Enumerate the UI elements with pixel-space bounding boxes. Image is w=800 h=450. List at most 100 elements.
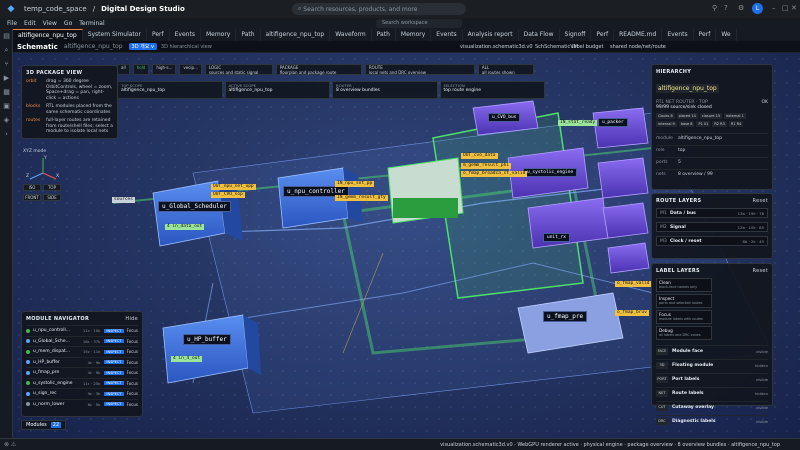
focus-button[interactable]: Focus	[127, 370, 138, 375]
tab-data-flow[interactable]: Data Flow	[519, 29, 560, 41]
tab-readme[interactable]: README.md	[614, 29, 663, 41]
notification-icon[interactable]: ⚲	[712, 4, 717, 12]
label-layer-face[interactable]: FACE Module face visible	[656, 345, 768, 356]
pin-in-4-out[interactable]: 4 in_4_out	[171, 356, 203, 362]
tab-waveform[interactable]: Waveform	[330, 29, 372, 41]
help-icon[interactable]: ?	[724, 4, 728, 12]
chip-logic[interactable]: LOGIC sources and static signal	[204, 64, 273, 75]
focus-button[interactable]: Focus	[127, 339, 138, 344]
pin-fmap-bruv[interactable]: o_fmap_bruv	[615, 310, 649, 316]
list-item[interactable]: u_mem_dispat... 15c · 11k INSPECT Focus	[26, 346, 138, 357]
tab-system-simulator[interactable]: System Simulator	[83, 29, 147, 41]
pin-in-stat-ready[interactable]: IN_stat_ready	[558, 120, 598, 126]
label-unit[interactable]: unit_rx	[543, 233, 570, 242]
pin-out-cvo-sop[interactable]: OUT_CVO_sop	[211, 192, 245, 198]
focus-button[interactable]: Focus	[127, 391, 138, 396]
list-item[interactable]: u_norm_lower 6c · 5k INSPECT Focus	[26, 398, 138, 410]
preset-debug[interactable]: Debug all labels and DRC zones	[656, 326, 712, 340]
tab-path[interactable]: Path	[236, 29, 261, 41]
project-name[interactable]: temp_code_space	[24, 5, 87, 13]
tab-memory[interactable]: Memory	[201, 29, 237, 41]
terminal-icon[interactable]: ›	[0, 127, 13, 141]
preset-inspect[interactable]: Inspect ports and selected routes	[656, 294, 712, 308]
block-hp-buffer[interactable]	[162, 314, 249, 384]
close-icon[interactable]: ✕	[791, 4, 797, 12]
focus-button[interactable]: Focus	[127, 381, 138, 386]
maximize-icon[interactable]: □	[782, 4, 789, 12]
inspect-button[interactable]: INSPECT	[104, 391, 124, 396]
label-layer-route[interactable]: NET Route labels hidden	[656, 387, 768, 398]
list-item[interactable]: u_Global_Sche... 18c · 37k INSPECT Focus	[26, 335, 138, 347]
side-view-button[interactable]: SIDE	[43, 194, 61, 201]
label-reset-button[interactable]: Reset	[753, 268, 768, 274]
route-layer-data[interactable]: M1 Data / bus 13b · 19k · 78	[656, 208, 768, 218]
axis-gizmo[interactable]: XYZ mode Y X Z ISO TOP FRONT SIDE	[23, 149, 63, 204]
block-unit-b[interactable]	[602, 202, 649, 239]
menu-file[interactable]: File	[7, 20, 17, 27]
tab-memory-2[interactable]: Memory	[396, 29, 432, 41]
focus-button[interactable]: Focus	[127, 402, 138, 407]
block-unit-c[interactable]	[607, 242, 650, 274]
tab-analysis-report[interactable]: Analysis report	[463, 29, 519, 41]
inspect-button[interactable]: INSPECT	[104, 370, 124, 375]
tab-signoff[interactable]: Signoff	[560, 29, 592, 41]
tab-altifigence-npu-top-2[interactable]: altifigence_npu_top	[261, 29, 331, 41]
iso-view-button[interactable]: ISO	[23, 184, 41, 191]
label-cvo-bus[interactable]: u_CVO_bus	[488, 113, 521, 122]
tab-path-2[interactable]: Path	[372, 29, 396, 41]
menu-terminal[interactable]: Terminal	[79, 20, 104, 27]
tab-perf-3[interactable]: Perf	[694, 29, 717, 41]
block-packer[interactable]	[592, 107, 649, 149]
minimize-icon[interactable]: –	[772, 4, 776, 12]
front-view-button[interactable]: FRONT	[23, 194, 41, 201]
list-item[interactable]: u_systolic_engine 11c · 25k INSPECT Focus	[26, 377, 138, 389]
pin-gemm-result-phi[interactable]: m_gemm_result_phi	[461, 163, 512, 169]
shared-route-button[interactable]: shared node/net/route	[610, 44, 666, 50]
breadcrumb[interactable]: altifigence_npu_top	[64, 43, 123, 50]
graph-icon[interactable]: ◈	[0, 113, 13, 127]
pin-in-npu-set[interactable]: IN_npu_set_pp	[335, 181, 375, 187]
tab-events[interactable]: Events	[170, 29, 201, 41]
chip-all[interactable]: all	[117, 64, 130, 75]
search-activity-icon[interactable]: ⌕	[0, 43, 13, 57]
tab-events-3[interactable]: Events	[662, 29, 694, 41]
top-view-button[interactable]: TOP	[43, 184, 61, 191]
tab-perf[interactable]: Perf	[147, 29, 170, 41]
route-layer-clock[interactable]: M3 Clock / reset 8b · 2k · 45	[656, 236, 768, 246]
label-global-scheduler[interactable]: u_Global_Scheduler	[158, 201, 232, 212]
pin-in-data-out[interactable]: 4 in_data_out	[165, 224, 205, 230]
inspect-button[interactable]: INSPECT	[104, 381, 124, 386]
inspect-button[interactable]: INSPECT	[104, 339, 124, 344]
chip-package[interactable]: PACKAGE floorplan and package route	[275, 64, 362, 75]
3d-viewport[interactable]: 3D PACKAGE VIEW orbit drag = 360 degree O…	[13, 53, 800, 438]
route-layer-signal[interactable]: M2 Signal 12b · 10k · 85	[656, 222, 768, 232]
list-item[interactable]: u_sign_rec 9c · 3k INSPECT Focus	[26, 388, 138, 399]
chip-high[interactable]: high-s...	[152, 64, 177, 75]
list-item[interactable]: u_npu_controll... 11c · 10k INSPECT Focus	[26, 325, 138, 336]
chip-icon[interactable]: ▣	[0, 99, 13, 113]
chip-route[interactable]: ROUTE local nets and DRC overview	[364, 64, 475, 75]
app-name[interactable]: Digital Design Studio	[101, 5, 185, 13]
tab-we[interactable]: We	[716, 29, 737, 41]
chip-vecip[interactable]: vecip...	[179, 64, 202, 75]
inspect-button[interactable]: INSPECT	[104, 402, 124, 407]
menu-view[interactable]: View	[43, 20, 57, 27]
preset-clean[interactable]: Clean block-face names only	[656, 278, 712, 292]
focus-button[interactable]: Focus	[127, 360, 138, 365]
label-packer[interactable]: u_packer	[598, 118, 628, 127]
chip-hold[interactable]: hold	[132, 64, 150, 75]
focus-button[interactable]: Focus	[127, 328, 138, 333]
source-control-icon[interactable]: ⑂	[0, 57, 13, 71]
inspect-button[interactable]: INSPECT	[104, 349, 124, 354]
pin-out-cvo-data[interactable]: OUT_cvo_data	[461, 153, 498, 159]
workspace-search-input[interactable]: Search workspace	[376, 19, 462, 28]
pin-out-npu-set[interactable]: OUT_npu_set_upp	[211, 184, 256, 190]
pin-in-gemm-result[interactable]: IN_gemm_result_gty	[335, 195, 388, 201]
label-budget-button[interactable]: label budget	[572, 44, 603, 50]
label-systolic-engine[interactable]: u_systolic_engine	[523, 168, 578, 177]
preset-focus[interactable]: Focus module labels with routes	[656, 310, 712, 324]
tab-perf-2[interactable]: Perf	[591, 29, 615, 41]
explorer-icon[interactable]: ▤	[0, 29, 13, 43]
chip-all-routes[interactable]: ALL all routes shown	[477, 64, 534, 75]
global-search-input[interactable]: ⌕ Search resources, products, and more	[292, 3, 466, 15]
